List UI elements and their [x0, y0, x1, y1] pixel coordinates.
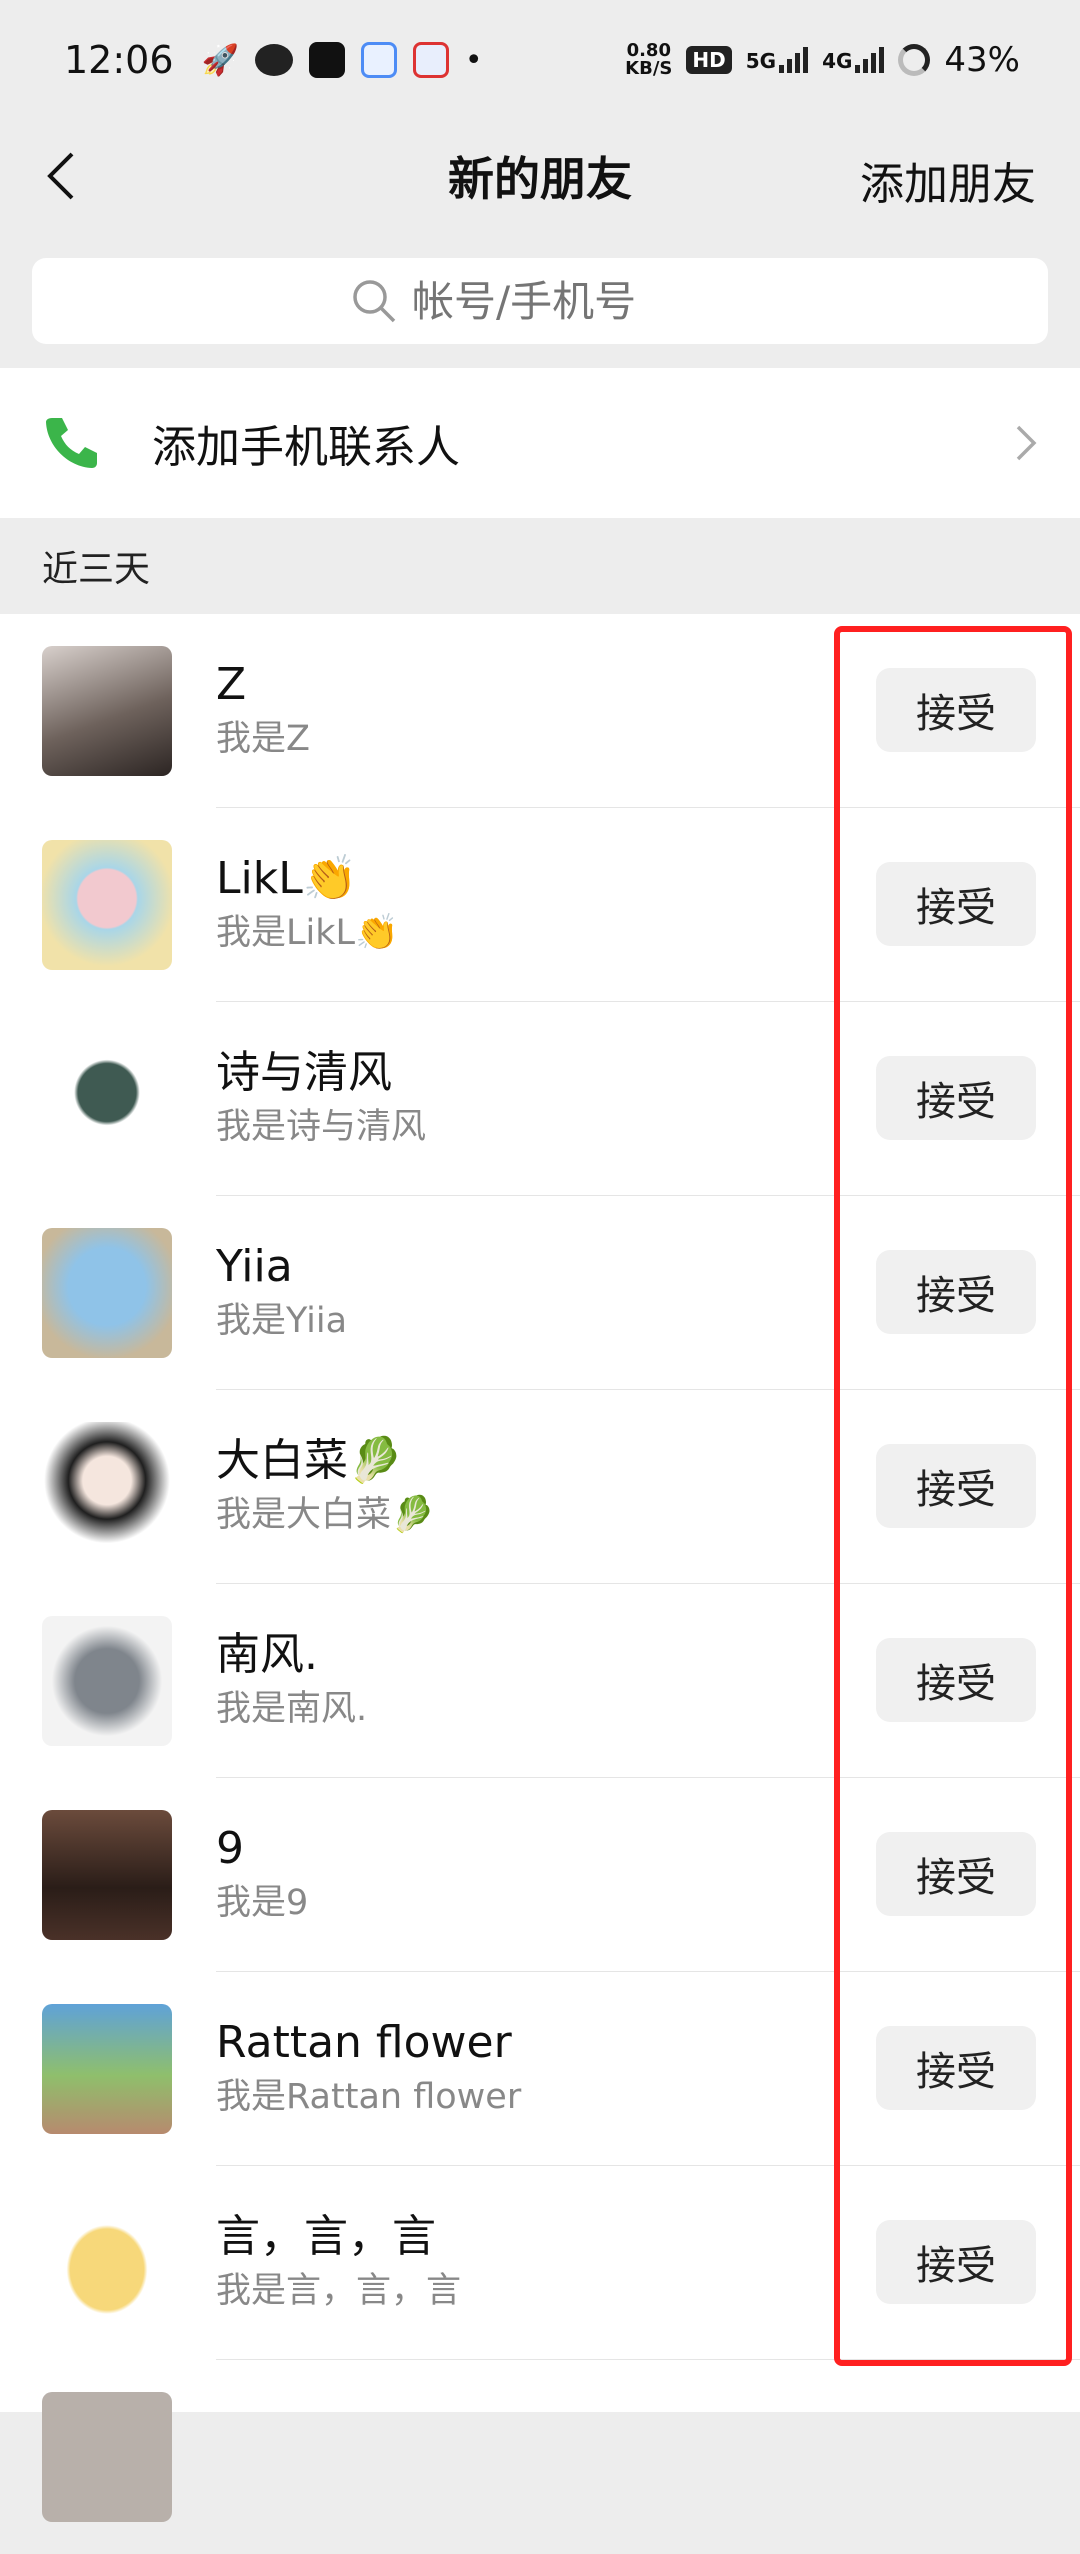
- avatar[interactable]: [42, 1228, 172, 1358]
- accept-button[interactable]: 接受: [876, 2026, 1036, 2110]
- add-phone-contacts-row[interactable]: 添加手机联系人: [0, 368, 1080, 518]
- back-button[interactable]: [30, 144, 94, 208]
- battery-percent: 43%: [944, 40, 1020, 80]
- friend-name: 大白菜🥬: [216, 1435, 403, 1486]
- section-header: 近三天: [42, 549, 151, 590]
- avatar[interactable]: [42, 1422, 172, 1552]
- friend-name: Z: [216, 659, 247, 710]
- phone-icon: [46, 418, 97, 468]
- tiktok-icon: [308, 42, 345, 78]
- signal-4g-icon: 4G: [822, 47, 885, 73]
- friend-request-list: Z 我是Z 接受 LikL👏 我是LikL👏 接受 诗与清风我是诗与清风 接受 Yi…: [0, 614, 1080, 2522]
- signal-4g-label: 4G: [822, 49, 853, 73]
- friend-name: 南风.: [216, 1629, 318, 1680]
- netspeed-indicator: 0.80 KB/S: [625, 42, 672, 78]
- list-item[interactable]: 南风. 我是南风. 接受: [0, 1584, 1080, 1778]
- status-time: 12:06: [64, 38, 174, 82]
- search-bar[interactable]: [32, 258, 1048, 344]
- friend-message: 我是南风.: [216, 1689, 368, 1729]
- friend-message: 我是诗与清风: [216, 1107, 427, 1147]
- search-icon: [348, 275, 400, 327]
- avatar[interactable]: [42, 1034, 172, 1164]
- friend-name: LikL👏: [216, 853, 358, 904]
- accept-button[interactable]: 接受: [876, 1638, 1036, 1722]
- cloud-app-icon: [360, 42, 397, 78]
- friend-name: Yiia: [216, 1241, 293, 1292]
- list-item[interactable]: Rattan flower 我是Rattan flower 接受: [0, 1972, 1080, 2166]
- list-item[interactable]: Yiia 我是Yiia 接受: [0, 1196, 1080, 1390]
- accept-button[interactable]: 接受: [876, 1444, 1036, 1528]
- signal-5g-label: 5G: [745, 49, 777, 73]
- status-bar: 12:06 🚀 • 0.80 KB/S HD 5G 4G 43%: [0, 0, 1080, 120]
- avatar[interactable]: [42, 2198, 172, 2328]
- accept-button[interactable]: 接受: [876, 1832, 1036, 1916]
- avatar[interactable]: [42, 2004, 172, 2134]
- notification-icons: 🚀 •: [202, 42, 483, 78]
- page-title: 新的朋友: [448, 152, 632, 206]
- accept-button[interactable]: 接受: [876, 1056, 1036, 1140]
- back-arrow-icon: [47, 152, 74, 200]
- friend-name: Rattan flower: [216, 2017, 512, 2068]
- list-item[interactable]: 诗与清风我是诗与清风 接受: [0, 1002, 1080, 1196]
- friend-message: 我是LikL👏: [216, 913, 399, 953]
- accept-button[interactable]: 接受: [876, 862, 1036, 946]
- friend-message: 我是9: [216, 1883, 309, 1923]
- nav-bar: 新的朋友 添加朋友: [0, 120, 1080, 232]
- add-phone-contacts-label: 添加手机联系人: [152, 422, 460, 473]
- friend-message: 我是Yiia: [216, 1301, 348, 1341]
- list-item[interactable]: 9 我是9 接受: [0, 1778, 1080, 1972]
- friend-name: 言，言，言: [216, 2211, 436, 2262]
- list-item[interactable]: LikL👏 我是LikL👏 接受: [0, 808, 1080, 1002]
- friend-message: 我是Rattan flower: [216, 2077, 522, 2117]
- avatar[interactable]: [42, 1810, 172, 1940]
- avatar[interactable]: [42, 646, 172, 776]
- netspeed-unit: KB/S: [625, 58, 673, 79]
- friend-message: 我是Z: [216, 719, 310, 759]
- friend-name: 9: [216, 1823, 244, 1874]
- friend-name: 诗与清风: [216, 1047, 392, 1098]
- more-dot-icon: •: [464, 42, 483, 78]
- list-item[interactable]: Z 我是Z 接受: [0, 614, 1080, 808]
- avatar[interactable]: [42, 840, 172, 970]
- friend-message: 我是言，言，言: [216, 2271, 462, 2311]
- accept-button[interactable]: 接受: [876, 668, 1036, 752]
- list-item[interactable]: 大白菜🥬 我是大白菜🥬 接受: [0, 1390, 1080, 1584]
- search-input[interactable]: [412, 276, 732, 326]
- list-item[interactable]: 言，言，言我是言，言，言 接受: [0, 2166, 1080, 2360]
- friend-message: 我是大白菜🥬: [216, 1495, 435, 1535]
- wechat-icon: [254, 44, 293, 76]
- baidu-icon: [412, 42, 449, 78]
- list-item[interactable]: [0, 2360, 1080, 2554]
- accept-button[interactable]: 接受: [876, 1250, 1036, 1334]
- accept-button[interactable]: 接受: [876, 2220, 1036, 2304]
- battery-icon: [898, 44, 931, 76]
- rocket-icon: 🚀: [201, 42, 239, 78]
- hd-badge: HD: [686, 46, 732, 74]
- chevron-right-icon: [1016, 425, 1037, 461]
- add-friend-button[interactable]: 添加朋友: [860, 148, 1036, 212]
- signal-5g-icon: 5G: [745, 47, 809, 73]
- avatar[interactable]: [42, 1616, 172, 1746]
